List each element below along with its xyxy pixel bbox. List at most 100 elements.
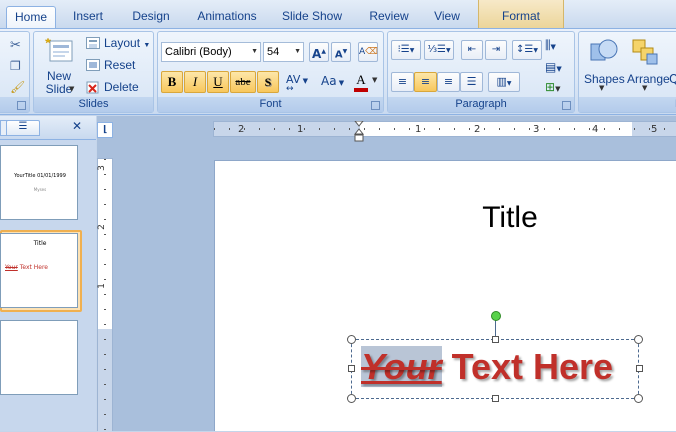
layout-button[interactable]: Layout ▼ <box>104 33 150 53</box>
font-name-combo[interactable]: Calibri (Body) ▼ <box>161 42 261 62</box>
slide-thumbnail-2[interactable]: Title Your Text Here <box>0 233 78 308</box>
tab-slide-show[interactable]: Slide Show <box>272 6 352 28</box>
clear-formatting-icon[interactable]: A⌫ <box>358 42 378 62</box>
vertical-ruler[interactable]: 3 2 1 <box>96 158 113 432</box>
underline-button[interactable]: U <box>207 71 229 93</box>
shapes-icon[interactable] <box>589 36 619 66</box>
change-case-label: Aa <box>321 74 337 88</box>
bold-button[interactable]: B <box>161 71 183 93</box>
layout-label: Layout <box>104 36 141 50</box>
thumbnail-body: Your Text Here <box>5 264 77 271</box>
tab-animations[interactable]: Animations <box>186 6 268 28</box>
align-center-icon[interactable]: ≡ <box>414 72 437 92</box>
ribbon-tab-bar: Home Insert Design Animations Slide Show… <box>0 0 676 28</box>
ruler-label: 1 <box>96 283 107 289</box>
tab-format[interactable]: Format <box>478 0 564 28</box>
slide-canvas[interactable]: Title Your Text Here <box>214 160 676 431</box>
new-slide-dropdown-icon[interactable]: ▼ <box>69 85 74 93</box>
ruler-label: 2 <box>96 224 107 230</box>
thumbnail-title: Title <box>33 240 47 247</box>
tab-design[interactable]: Design <box>120 6 182 28</box>
font-launcher-icon[interactable] <box>371 101 380 110</box>
font-size-combo[interactable]: 54 ▼ <box>263 42 304 62</box>
chevron-down-icon: ▼ <box>599 84 605 92</box>
close-icon[interactable]: ✕ <box>72 119 82 133</box>
slides-pane-tabs: ☰ ✕ <box>0 116 96 140</box>
group-paragraph: ⁝☰▼ ⅓☰▼ ⇤ ⇥ ↕☰▼ ⫼▼ ▤▼ ⊞▼ ≡ ≡ ≡ ☰ ▥▼ Para… <box>387 31 575 113</box>
format-painter-icon[interactable]: 🖌 <box>10 80 25 94</box>
thumbnail-body-first: Your <box>5 264 18 271</box>
resize-handle-left[interactable] <box>348 365 355 372</box>
ruler-label: 3 <box>96 165 107 171</box>
group-label-paragraph: Paragraph <box>388 97 574 112</box>
horizontal-ruler[interactable]: 2 1 1 2 3 4 5 <box>213 121 676 137</box>
character-spacing-button[interactable]: AV ▼ ↔ <box>286 73 316 94</box>
grow-font-icon[interactable]: A▲ <box>309 42 329 62</box>
quick-styles-button[interactable]: Q <box>669 72 676 86</box>
tab-selector-icon[interactable]: ⌊ <box>97 122 113 138</box>
resize-handle-bottom[interactable] <box>492 395 499 402</box>
shadow-button[interactable]: S <box>257 71 279 93</box>
group-clipboard: ✂ ❐ 🖌 <box>0 31 30 113</box>
slide-thumbnail-1[interactable]: YourTitle 01/01/1999 Myses <box>0 145 78 220</box>
group-label-drawing: D <box>579 97 676 112</box>
rotation-handle[interactable] <box>491 311 501 321</box>
tab-review[interactable]: Review <box>358 6 420 28</box>
font-color-button[interactable]: A ▼ <box>354 72 382 94</box>
copy-icon[interactable]: ❐ <box>10 59 21 73</box>
selected-text[interactable]: Your <box>361 346 442 387</box>
ruler-ticks <box>214 128 676 130</box>
text-direction-icon[interactable]: ⫼▼ <box>545 38 571 56</box>
resize-handle-top[interactable] <box>492 336 499 343</box>
decrease-indent-icon[interactable]: ⇤ <box>461 40 483 60</box>
new-slide-icon[interactable] <box>42 36 76 66</box>
numbering-icon[interactable]: ⅓☰▼ <box>424 40 454 60</box>
resize-handle-top-right[interactable] <box>634 335 643 344</box>
ribbon: ✂ ❐ 🖌 New Slide ▼ Layout ▼ Reset Delete … <box>0 28 676 115</box>
align-left-icon[interactable]: ≡ <box>391 72 414 92</box>
change-case-button[interactable]: Aa ▼ <box>321 74 349 94</box>
smartart-icon[interactable]: ⊞▼ <box>545 80 571 98</box>
tab-insert[interactable]: Insert <box>60 6 116 28</box>
increase-indent-icon[interactable]: ⇥ <box>485 40 507 60</box>
font-color-bar <box>354 88 368 92</box>
reset-icon <box>86 59 100 71</box>
reset-button[interactable]: Reset <box>104 55 135 75</box>
resize-handle-top-left[interactable] <box>347 335 356 344</box>
align-right-icon[interactable]: ≡ <box>437 72 460 92</box>
arrange-icon[interactable] <box>631 38 661 66</box>
paragraph-launcher-icon[interactable] <box>562 101 571 110</box>
tab-view[interactable]: View <box>424 6 470 28</box>
chevron-down-icon: ▼ <box>294 48 301 55</box>
delete-button[interactable]: Delete <box>104 77 139 97</box>
group-label-slides: Slides <box>34 97 153 112</box>
outline-icon: ☰ <box>18 121 28 132</box>
indent-marker-icon[interactable] <box>353 120 365 143</box>
group-font: Calibri (Body) ▼ 54 ▼ A▲ A▼ A⌫ B I U abe S… <box>157 31 384 113</box>
italic-button[interactable]: I <box>184 71 206 93</box>
group-drawing: Shapes ▼ Arrange ▼ Q D <box>578 31 676 113</box>
slide-body-text[interactable]: Your Text Here <box>361 345 613 389</box>
group-slides: New Slide ▼ Layout ▼ Reset Delete Slides <box>33 31 154 113</box>
justify-icon[interactable]: ☰ <box>460 72 483 92</box>
arrange-button[interactable]: Arrange <box>627 72 670 86</box>
slide-title[interactable]: Title <box>405 201 615 235</box>
resize-handle-bottom-left[interactable] <box>347 394 356 403</box>
arrows-lr-icon: ↔ <box>286 84 294 94</box>
outline-tab[interactable]: ☰ <box>6 120 40 136</box>
line-spacing-icon[interactable]: ↕☰▼ <box>512 40 542 60</box>
shrink-font-icon[interactable]: A▼ <box>331 42 351 62</box>
body-text-rest[interactable]: Text Here <box>442 346 613 387</box>
cut-icon[interactable]: ✂ <box>10 38 21 53</box>
strikethrough-button[interactable]: abe <box>230 71 256 93</box>
clipboard-launcher-icon[interactable] <box>17 101 26 110</box>
slide-thumbnail-3[interactable] <box>0 320 78 395</box>
resize-handle-right[interactable] <box>636 365 643 372</box>
tab-home[interactable]: Home <box>6 6 56 28</box>
bullets-icon[interactable]: ⁝☰▼ <box>391 40 421 60</box>
align-text-icon[interactable]: ▤▼ <box>545 60 571 78</box>
columns-icon[interactable]: ▥▼ <box>488 72 520 92</box>
group-label-font: Font <box>158 97 383 112</box>
resize-handle-bottom-right[interactable] <box>634 394 643 403</box>
chevron-down-icon: ▼ <box>372 76 378 84</box>
